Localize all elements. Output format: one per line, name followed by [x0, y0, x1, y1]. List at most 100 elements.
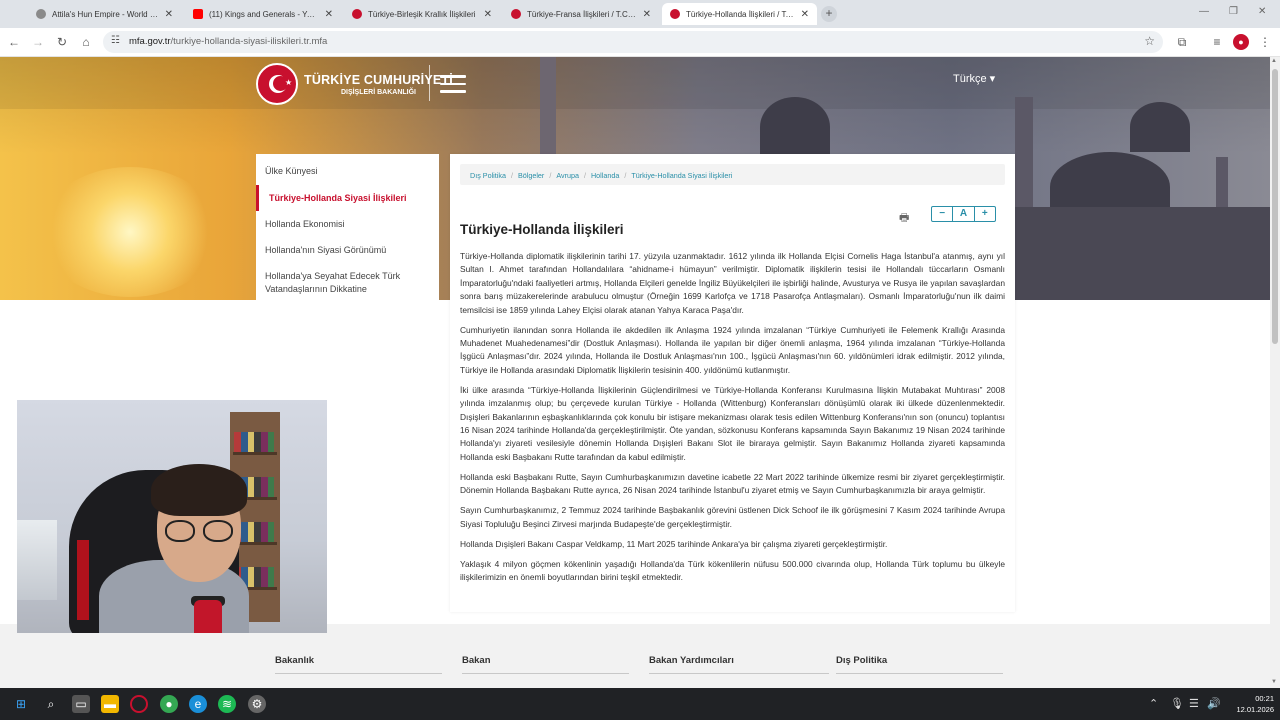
address-bar[interactable]: ☷ mfa.gov.tr/turkiye-hollanda-siyasi-ili…: [103, 31, 1163, 53]
close-icon[interactable]: ✕: [643, 9, 651, 20]
clock-time: 00:21: [1255, 694, 1274, 703]
profile-avatar-icon[interactable]: ●: [1233, 34, 1249, 50]
sidebar-item-political-outlook[interactable]: Hollanda'nın Siyasi Görünümü: [256, 244, 439, 257]
footer-heading-deputy-ministers[interactable]: Bakan Yardımcıları: [649, 655, 829, 674]
breadcrumb: Dış Politika / Bölgeler / Avrupa / Hollanda / Tü…: [460, 164, 1005, 185]
mfa-icon: [511, 9, 521, 19]
logo-text: TÜRKİYE CUMHURİYETİ DIŞİŞLERİ BAKANLIĞI: [304, 73, 453, 96]
task-view-icon[interactable]: ▭: [72, 695, 90, 713]
scroll-down-icon[interactable]: ▼: [1271, 679, 1277, 685]
url-host: mfa.gov.tr: [129, 36, 171, 47]
spotify-icon[interactable]: ≋: [218, 695, 236, 713]
back-icon[interactable]: ←: [6, 34, 22, 50]
reading-list-icon[interactable]: ≡: [1209, 34, 1225, 50]
scroll-up-icon[interactable]: ▲: [1271, 58, 1277, 64]
hamburger-menu-icon[interactable]: [440, 75, 466, 93]
close-icon[interactable]: ✕: [165, 9, 173, 20]
chair-trim: [77, 540, 89, 620]
minimize-icon[interactable]: —: [1199, 6, 1209, 17]
breadcrumb-link[interactable]: Avrupa: [556, 171, 579, 180]
url-text[interactable]: mfa.gov.tr/turkiye-hollanda-siyasi-ilisk…: [129, 36, 327, 47]
article-panel: Dış Politika / Bölgeler / Avrupa / Hollanda / Tü…: [450, 154, 1015, 612]
search-icon[interactable]: ⌕: [42, 695, 60, 713]
network-icon[interactable]: ☰: [1189, 697, 1199, 710]
volume-icon[interactable]: 🔊: [1207, 697, 1221, 710]
opera-icon[interactable]: [130, 695, 148, 713]
file-explorer-icon[interactable]: ▬: [101, 695, 119, 713]
scrollbar-thumb[interactable]: [1272, 69, 1278, 344]
print-icon[interactable]: 🖶: [899, 209, 909, 228]
browser-toolbar: ← → ↻ ⌂ ☷ mfa.gov.tr/turkiye-hollanda-si…: [0, 28, 1280, 57]
article-title: Türkiye-Hollanda İlişkileri: [460, 222, 624, 237]
header-band: [0, 57, 1270, 109]
footer-heading-foreign-policy[interactable]: Dış Politika: [836, 655, 1003, 674]
microphone-icon[interactable]: 🎙: [1170, 697, 1184, 710]
sidebar-item-economy[interactable]: Hollanda Ekonomisi: [256, 218, 439, 231]
close-icon[interactable]: ✕: [484, 9, 492, 20]
reload-icon[interactable]: ↻: [54, 34, 70, 50]
close-window-icon[interactable]: ✕: [1258, 6, 1266, 17]
article-paragraph: Sayın Cumhurbaşkanımız, 2 Temmuz 2024 ta…: [460, 505, 1005, 529]
tab-netherlands-relations[interactable]: Türkiye-Hollanda İlişkileri / T.C. ✕: [662, 3, 817, 25]
close-icon[interactable]: ✕: [801, 9, 809, 20]
person-hair: [151, 464, 247, 516]
sunset-glow: [40, 167, 220, 297]
breadcrumb-link[interactable]: Bölgeler: [518, 171, 544, 180]
webcam-background: [17, 520, 57, 600]
mfa-icon: [352, 9, 362, 19]
forward-icon[interactable]: →: [30, 34, 46, 50]
reset-font-button[interactable]: A: [953, 207, 975, 221]
sidebar-item-political-relations[interactable]: Türkiye-Hollanda Siyasi İlişkileri: [256, 185, 439, 211]
ministry-logo[interactable]: ★ TÜRKİYE CUMHURİYETİ DIŞİŞLERİ BAKANLIĞ…: [256, 62, 453, 106]
bookmark-star-icon[interactable]: ☆: [1144, 34, 1155, 48]
breadcrumb-link[interactable]: Dış Politika: [470, 171, 506, 180]
webcam-overlay: [17, 400, 327, 633]
mosque-wall: [1015, 207, 1270, 300]
extensions-icon[interactable]: ⧉: [1174, 34, 1190, 50]
font-size-controls: − A +: [931, 206, 996, 222]
tab-uk-relations[interactable]: Türkiye-Birleşik Krallık İlişkileri ✕: [344, 3, 500, 25]
footer-heading-minister[interactable]: Bakan: [462, 655, 629, 674]
tab-youtube[interactable]: (11) Kings and Generals - YouTube ✕: [185, 3, 341, 25]
ministry-seal-icon: ★: [256, 63, 298, 105]
windows-taskbar: ⊞ ⌕ ▭ ▬ ● e ≋ ⚙ ⌃ 🎙 ☰ 🔊 00:21 12.01.2026: [0, 688, 1280, 720]
footer-heading-ministry[interactable]: Bakanlık: [275, 655, 442, 674]
microphone: [194, 600, 222, 633]
article-paragraph: Hollanda Dışişleri Bakanı Caspar Veldkam…: [460, 538, 888, 549]
increase-font-button[interactable]: +: [975, 207, 995, 221]
chrome-icon[interactable]: ●: [160, 695, 178, 713]
edge-icon[interactable]: e: [189, 695, 207, 713]
site-info-icon[interactable]: ☷: [111, 35, 120, 46]
windows-start-icon[interactable]: ⊞: [12, 695, 30, 713]
clock-date: 12.01.2026: [1236, 705, 1274, 714]
home-icon[interactable]: ⌂: [78, 34, 94, 50]
logo-subtitle: DIŞİŞLERİ BAKANLIĞI: [340, 88, 416, 96]
article-paragraph: Cumhuriyetin ilanından sonra Hollanda il…: [460, 324, 1005, 375]
mosque-dome: [760, 97, 830, 157]
menu-icon[interactable]: ⋮: [1257, 34, 1273, 50]
sidebar-item-travel-advice[interactable]: Hollanda'ya Seyahat Edecek Türk Vatandaş…: [256, 270, 406, 296]
restore-icon[interactable]: ❐: [1229, 6, 1238, 17]
language-selector[interactable]: Türkçe ▾: [953, 72, 995, 85]
tab-title: Türkiye-Hollanda İlişkileri / T.C.: [686, 9, 795, 19]
site-footer: Bakanlık Bakan Bakan Yardımcıları Dış Po…: [0, 624, 1270, 688]
tab-france-relations[interactable]: Türkiye-Fransa İlişkileri / T.C. D ✕: [503, 3, 659, 25]
mosque-dome: [1130, 102, 1190, 152]
mfa-icon: [670, 9, 680, 19]
breadcrumb-link[interactable]: Hollanda: [591, 171, 619, 180]
decrease-font-button[interactable]: −: [932, 207, 954, 221]
tab-attila[interactable]: Attila's Hun Empire - World His ✕: [28, 3, 181, 25]
article-paragraph: Yaklaşık 4 milyon göçmen kökenlinin yaşa…: [460, 558, 1005, 583]
sidebar-item-country-profile[interactable]: Ülke Künyesi: [256, 165, 439, 178]
settings-icon[interactable]: ⚙: [248, 695, 266, 713]
page-scrollbar[interactable]: ▲ ▼: [1270, 57, 1280, 688]
globe-icon: [36, 9, 46, 19]
tab-title: Türkiye-Birleşik Krallık İlişkileri: [368, 9, 476, 19]
breadcrumb-current: Türkiye-Hollanda Siyasi İlişkileri: [631, 171, 733, 180]
tab-title: (11) Kings and Generals - YouTube: [209, 9, 319, 19]
url-path: /turkiye-hollanda-siyasi-iliskileri.tr.m…: [170, 36, 328, 47]
new-tab-button[interactable]: +: [821, 6, 837, 22]
close-icon[interactable]: ✕: [325, 9, 333, 20]
system-clock[interactable]: 00:21 12.01.2026: [1228, 693, 1274, 715]
tray-overflow-icon[interactable]: ⌃: [1149, 697, 1158, 710]
